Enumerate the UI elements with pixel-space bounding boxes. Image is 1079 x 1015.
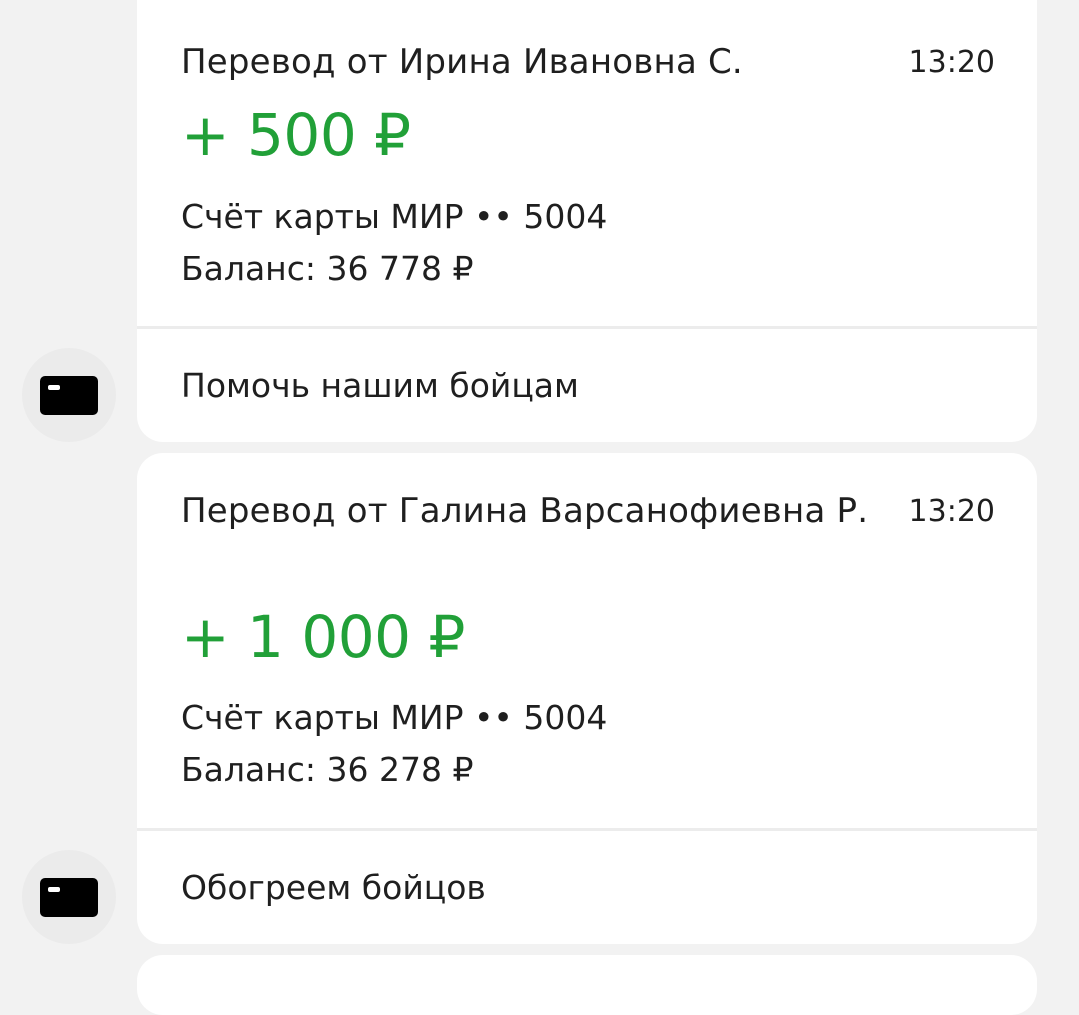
transfer-message-text: Помочь нашим бойцам	[181, 366, 579, 405]
transfer-message-text: Обогреем бойцов	[181, 868, 486, 907]
transaction-card-partial[interactable]	[137, 955, 1037, 1015]
balance-info: Баланс: 36 778 ₽	[181, 249, 474, 288]
bank-card-icon	[40, 878, 98, 917]
transaction-amount: + 1 000 ₽	[181, 603, 465, 671]
transaction-time: 13:20	[908, 45, 995, 80]
transaction-card[interactable]: Перевод от Ирина Ивановна С. 13:20 + 500…	[137, 0, 1037, 442]
transfer-message: Обогреем бойцов	[137, 831, 1037, 944]
transaction-details: Перевод от Ирина Ивановна С. 13:20 + 500…	[137, 0, 1037, 326]
transaction-sender: Перевод от Галина Варсанофиевна Р.	[181, 491, 869, 531]
transaction-details: Перевод от Галина Варсанофиевна Р. 13:20…	[137, 453, 1037, 828]
payment-method-avatar	[22, 850, 116, 944]
transaction-amount: + 500 ₽	[181, 101, 411, 169]
transfer-message: Помочь нашим бойцам	[137, 329, 1037, 442]
payment-method-avatar	[22, 348, 116, 442]
balance-info: Баланс: 36 278 ₽	[181, 750, 474, 789]
transaction-time: 13:20	[908, 494, 995, 529]
bank-card-icon	[40, 376, 98, 415]
account-info: Счёт карты МИР •• 5004	[181, 197, 608, 236]
transaction-sender: Перевод от Ирина Ивановна С.	[181, 42, 743, 82]
transaction-card[interactable]: Перевод от Галина Варсанофиевна Р. 13:20…	[137, 453, 1037, 944]
account-info: Счёт карты МИР •• 5004	[181, 698, 608, 737]
